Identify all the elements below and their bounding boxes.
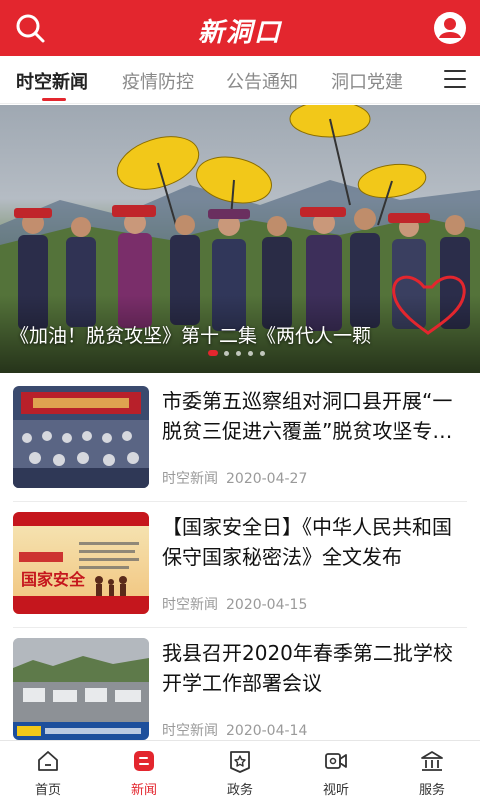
nav-label: 政务 (226, 783, 253, 798)
news-icon (134, 751, 154, 771)
app-header: 新洞口 (0, 0, 480, 56)
news-date: 2020-04-27 (226, 471, 308, 487)
news-meta: 时空新闻 2020-04-27 (162, 468, 307, 488)
nav-label: 首页 (34, 783, 61, 798)
nav-news[interactable]: 新闻 (96, 741, 192, 800)
tab-epidemic-control[interactable]: 疫情防控 (122, 68, 194, 94)
banner-caption: 《加油！脱贫攻坚》第十二集《两代人一颗 (10, 325, 372, 347)
news-title: 我县召开2020年春季第二批学校开学工作部署会议 (162, 641, 453, 695)
app-logo: 新洞口 (197, 18, 282, 48)
news-thumbnail (13, 386, 149, 488)
featured-banner[interactable]: 《加油！脱贫攻坚》第十二集《两代人一颗 (0, 105, 480, 373)
nav-label: 新闻 (130, 783, 157, 798)
news-item[interactable]: 国家安全 【国家安全日】《中华人民共和国保守国家秘密法》全文发布 时空新闻 202… (0, 502, 480, 628)
news-thumbnail: 国家安全 (13, 512, 149, 614)
carousel-dot (260, 351, 265, 356)
tab-announcements[interactable]: 公告通知 (226, 68, 298, 94)
news-source: 时空新闻 (162, 597, 218, 613)
news-source: 时空新闻 (162, 723, 218, 739)
news-thumbnail (13, 638, 149, 740)
carousel-dot-active (208, 350, 218, 356)
nav-label: 视听 (322, 783, 349, 798)
carousel-dot (248, 351, 253, 356)
news-meta: 时空新闻 2020-04-14 (162, 720, 307, 740)
nav-government[interactable]: 政务 (192, 741, 288, 800)
video-icon (325, 753, 347, 769)
tab-shikong-news[interactable]: 时空新闻 (16, 68, 88, 94)
nav-home[interactable]: 首页 (0, 741, 96, 800)
category-tabs: 时空新闻 疫情防控 公告通知 洞口党建 (0, 56, 480, 104)
news-date: 2020-04-14 (226, 723, 308, 739)
nav-service[interactable]: 服务 (384, 741, 480, 800)
carousel-dot (224, 351, 229, 356)
home-icon (38, 751, 58, 771)
service-icon (421, 751, 443, 771)
news-item[interactable]: 市委第五巡察组对洞口县开展“一脱贫三促进六覆盖”脱贫攻坚专项巡察 时空新闻 202… (0, 376, 480, 502)
news-item[interactable]: 我县召开2020年春季第二批学校开学工作部署会议 时空新闻 2020-04-14 (0, 628, 480, 740)
active-tab-indicator (42, 98, 66, 101)
government-icon (230, 751, 250, 773)
hamburger-menu-icon[interactable] (444, 70, 466, 90)
news-source: 时空新闻 (162, 471, 218, 487)
nav-video[interactable]: 视听 (288, 741, 384, 800)
tab-party-building[interactable]: 洞口党建 (331, 68, 403, 94)
carousel-dot (236, 351, 241, 356)
news-title: 市委第五巡察组对洞口县开展“一脱贫三促进六覆盖”脱贫攻坚专项巡察 (162, 389, 453, 443)
nav-label: 服务 (418, 783, 445, 798)
bottom-navigation: 首页 新闻 政务 视听 服务 (0, 740, 480, 800)
news-title: 【国家安全日】《中华人民共和国保守国家秘密法》全文发布 (162, 515, 452, 569)
thumbnail-text: 国家安全 (21, 570, 86, 589)
user-icon[interactable] (432, 10, 468, 46)
news-meta: 时空新闻 2020-04-15 (162, 594, 307, 614)
news-date: 2020-04-15 (226, 597, 308, 613)
